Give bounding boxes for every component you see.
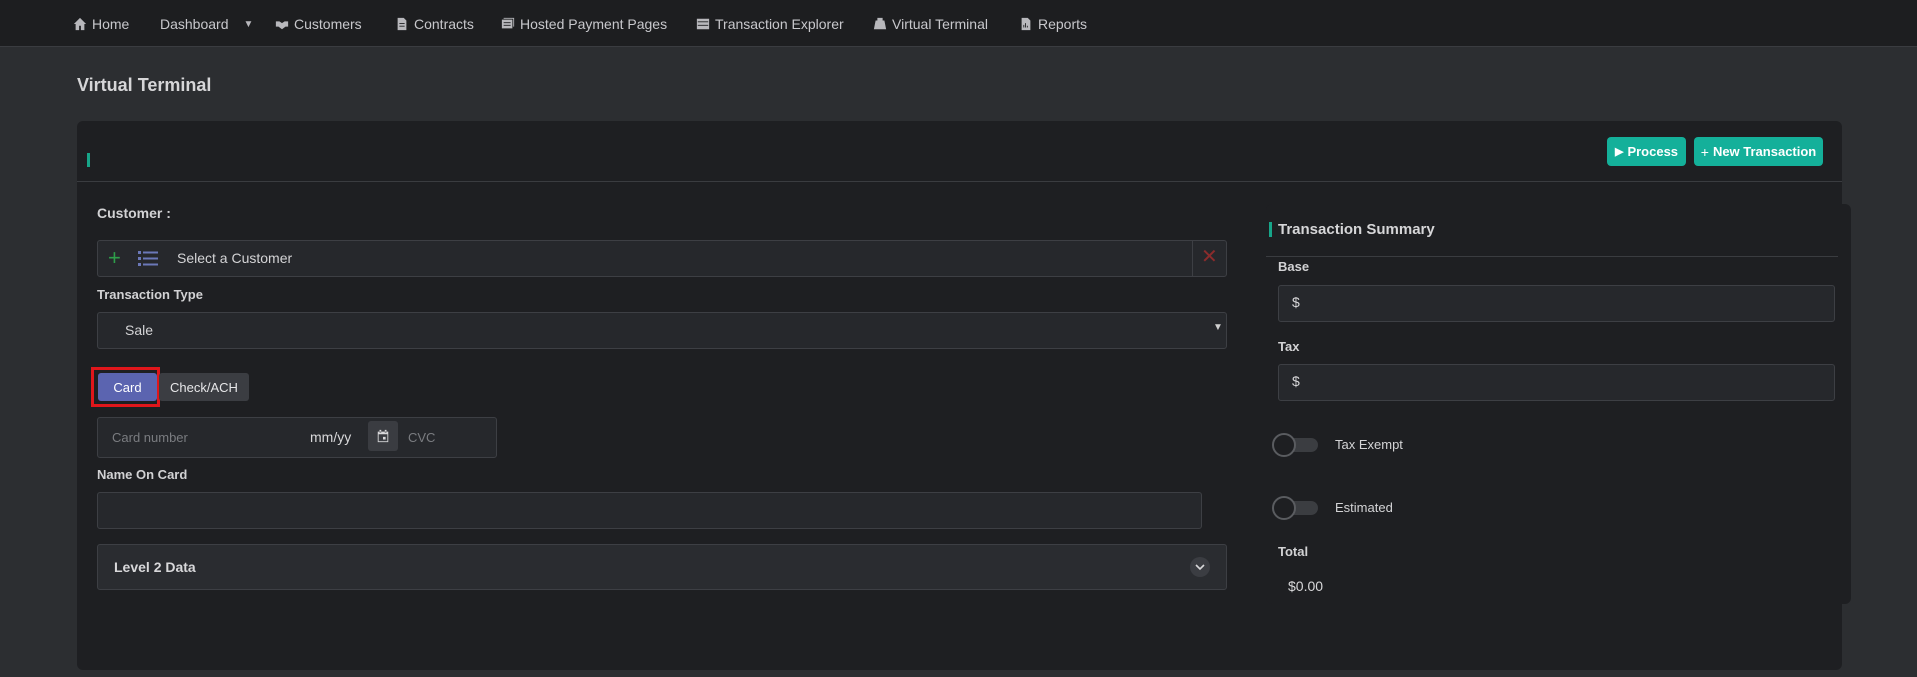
name-on-card-input[interactable]	[97, 492, 1202, 529]
add-customer-icon[interactable]: +	[108, 246, 121, 270]
tax-exempt-toggle[interactable]	[1272, 433, 1318, 457]
calendar-icon[interactable]	[368, 421, 398, 451]
total-label: Total	[1278, 544, 1309, 559]
customer-select[interactable]: + Select a Customer ✕	[97, 240, 1227, 277]
highlight-box	[91, 367, 160, 407]
page-title: Virtual Terminal	[77, 75, 212, 95]
nav-virtual-terminal[interactable]: Virtual Terminal	[873, 14, 988, 34]
nav-transaction-explorer[interactable]: Transaction Explorer	[696, 14, 844, 34]
expiry-input[interactable]: mm/yy	[310, 429, 351, 445]
table-icon	[696, 18, 710, 30]
estimated-toggle[interactable]	[1272, 496, 1318, 520]
chevron-down-icon[interactable]	[1190, 557, 1210, 577]
tax-currency-symbol: $	[1292, 373, 1300, 389]
play-icon: ▶	[1614, 146, 1624, 158]
nav-home[interactable]: Home	[73, 14, 129, 34]
dropdown-arrow-icon: ▼	[1213, 322, 1223, 333]
toggle-knob	[1272, 433, 1296, 457]
estimated-label: Estimated	[1335, 500, 1393, 515]
clear-icon[interactable]: ✕	[1201, 245, 1218, 269]
handshake-icon	[275, 21, 289, 30]
card-input-group: Card number mm/yy CVC	[97, 417, 497, 458]
transaction-type-value: Sale	[125, 322, 154, 338]
level2-label: Level 2 Data	[114, 559, 196, 575]
list-icon[interactable]	[138, 251, 158, 267]
nav-customers[interactable]: Customers	[275, 14, 362, 34]
card-number-input[interactable]: Card number	[112, 430, 188, 445]
home-icon	[73, 17, 87, 31]
cvc-input[interactable]: CVC	[408, 430, 435, 445]
tax-exempt-label: Tax Exempt	[1335, 437, 1403, 452]
name-on-card-label: Name On Card	[97, 467, 188, 482]
card-header: ▶ Process + New Transaction	[77, 121, 1842, 182]
header-accent-bar	[87, 153, 90, 167]
base-input[interactable]: $	[1278, 285, 1835, 322]
new-transaction-button[interactable]: + New Transaction	[1694, 137, 1823, 166]
customer-placeholder: Select a Customer	[177, 250, 293, 266]
base-label: Base	[1278, 259, 1310, 274]
top-navigation: Home Dashboard ▼ Customers Contracts Hos…	[0, 0, 1917, 47]
cash-register-icon	[873, 17, 887, 30]
tax-label: Tax	[1278, 339, 1300, 354]
nav-reports[interactable]: Reports	[1019, 14, 1087, 34]
pages-icon	[501, 17, 515, 29]
chevron-down-icon: ▼	[243, 18, 254, 30]
transaction-type-select[interactable]: Sale ▼	[97, 312, 1227, 349]
tax-input[interactable]: $	[1278, 364, 1835, 401]
check-ach-tab[interactable]: Check/ACH	[159, 373, 249, 401]
process-button[interactable]: ▶ Process	[1607, 137, 1686, 166]
toggle-knob	[1272, 496, 1296, 520]
document-icon	[397, 17, 407, 31]
nav-dashboard[interactable]: Dashboard ▼	[160, 14, 253, 34]
transaction-type-label: Transaction Type	[97, 287, 203, 302]
level2-accordion[interactable]: Level 2 Data	[97, 544, 1227, 590]
nav-contracts[interactable]: Contracts	[395, 14, 474, 34]
nav-hosted-payment-pages[interactable]: Hosted Payment Pages	[501, 14, 667, 34]
customer-label: Customer :	[97, 205, 171, 221]
summary-accent-bar	[1269, 222, 1272, 237]
base-currency-symbol: $	[1292, 294, 1300, 310]
summary-divider	[1266, 256, 1838, 257]
report-icon	[1021, 17, 1031, 31]
transaction-summary-panel: Transaction Summary Base $ Tax $ Tax Exe…	[1266, 204, 1851, 604]
plus-icon: +	[1700, 143, 1709, 160]
divider	[1192, 241, 1193, 276]
summary-title: Transaction Summary	[1278, 221, 1435, 238]
total-value: $0.00	[1288, 578, 1324, 594]
